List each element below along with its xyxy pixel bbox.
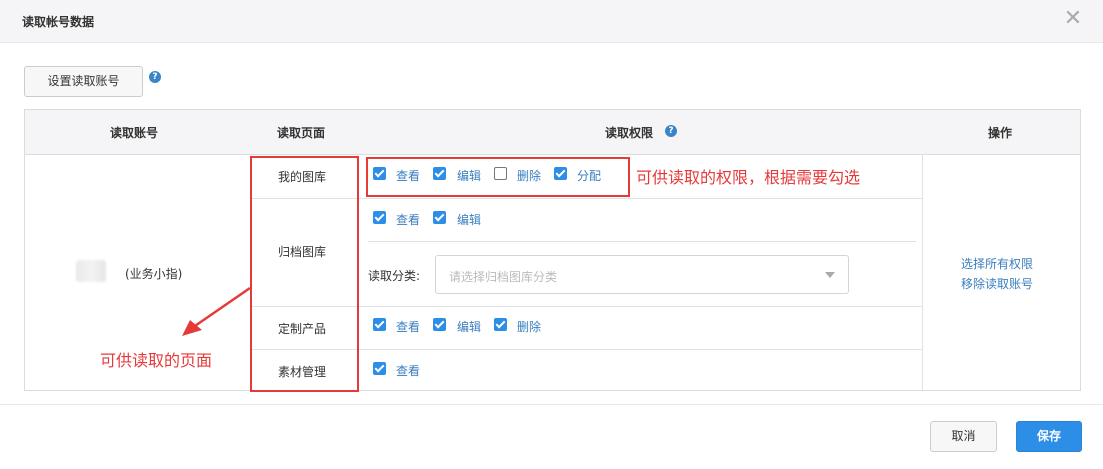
account-name: (业务小指) [125, 267, 183, 281]
dialog-header: 读取帐号数据 ✕ [0, 0, 1103, 43]
footer-divider [0, 404, 1103, 405]
category-placeholder: 请选择归档图库分类 [449, 270, 558, 284]
dialog-title: 读取帐号数据 [22, 15, 95, 29]
help-icon[interactable]: ? [149, 71, 161, 83]
perm-label: 删除 [517, 320, 542, 334]
remove-read-account-link[interactable]: 移除读取账号 [961, 275, 1033, 292]
page-annotation: 可供读取的页面 [100, 351, 213, 370]
perm-label: 查看 [396, 364, 421, 378]
account-avatar-blurred [76, 260, 106, 282]
perm-label: 查看 [396, 320, 421, 334]
perm-label: 查看 [396, 213, 421, 227]
header-page: 读取页面 [277, 126, 326, 140]
edit-checkbox[interactable] [433, 211, 446, 224]
view-checkbox[interactable] [373, 318, 386, 331]
delete-checkbox[interactable] [494, 318, 507, 331]
page-highlight-box [250, 156, 359, 392]
view-checkbox[interactable] [373, 211, 386, 224]
header-operation: 操作 [988, 126, 1013, 140]
edit-checkbox[interactable] [433, 318, 446, 331]
permission-highlight-box [366, 157, 630, 197]
inner-divider [368, 241, 916, 242]
perm-label: 编辑 [457, 320, 482, 334]
chevron-down-icon [825, 272, 835, 278]
category-select[interactable]: 请选择归档图库分类 [435, 255, 849, 294]
save-button[interactable]: 保存 [1016, 421, 1082, 452]
table-header: 读取账号 读取页面 读取权限 ? 操作 [25, 110, 1080, 155]
header-account: 读取账号 [110, 126, 159, 140]
annotation-arrow [182, 286, 251, 336]
perm-label: 编辑 [457, 213, 482, 227]
cancel-button[interactable]: 取消 [930, 421, 997, 452]
permission-help-icon[interactable]: ? [665, 125, 677, 137]
column-divider [922, 155, 923, 391]
header-permission: 读取权限 [605, 126, 654, 140]
view-checkbox[interactable] [373, 362, 386, 375]
set-read-account-button[interactable]: 设置读取账号 [24, 66, 143, 97]
close-icon[interactable]: ✕ [1063, 8, 1083, 31]
select-all-permissions-link[interactable]: 选择所有权限 [961, 255, 1033, 272]
category-label: 读取分类: [368, 269, 421, 283]
permission-annotation: 可供读取的权限，根据需要勾选 [636, 168, 861, 187]
